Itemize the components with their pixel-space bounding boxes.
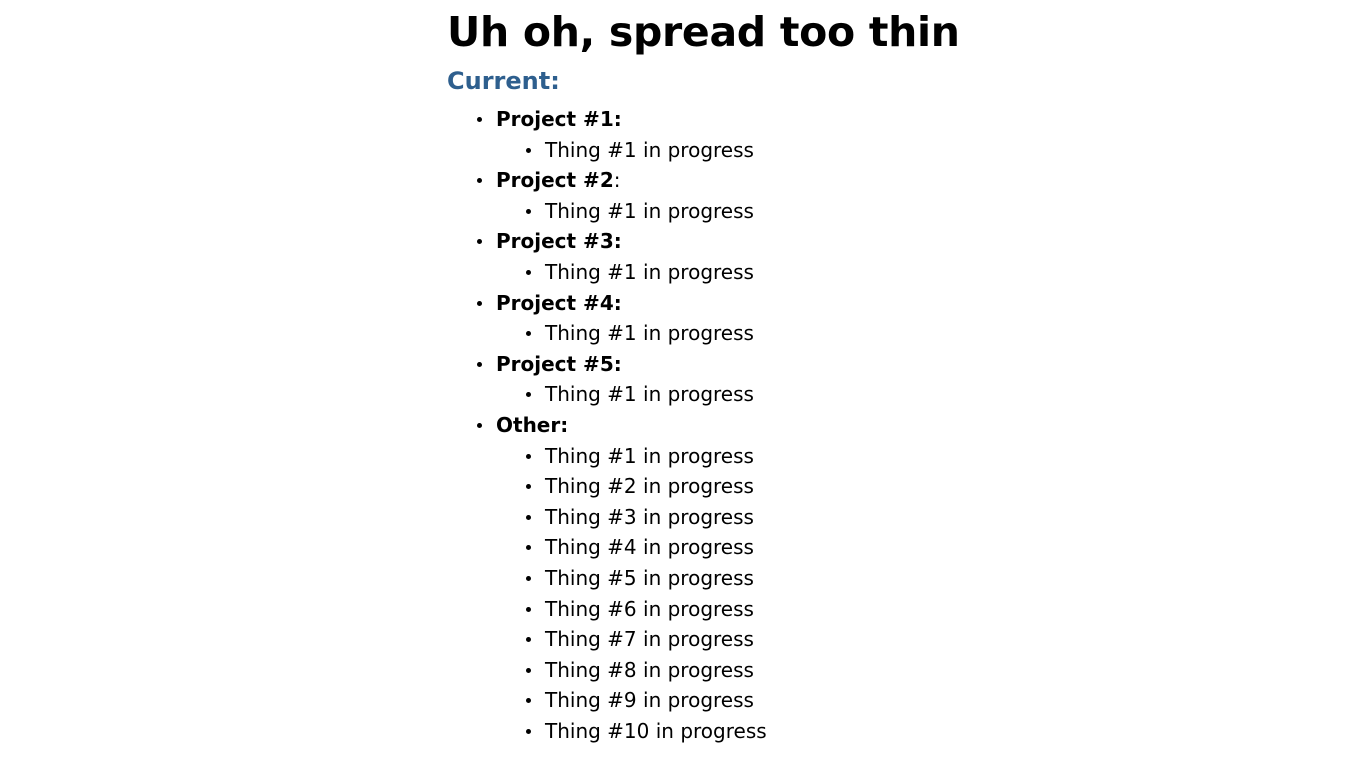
slide-subtitle: Current: [447, 67, 560, 95]
project-item: Project #3: Thing #1 in progress [477, 226, 1147, 288]
task-item: Thing #10 in progress [526, 716, 1147, 747]
project-task-list: Thing #1 in progress Thing #2 in progres… [496, 441, 1147, 747]
project-list: Project #1: Thing #1 in progress Project… [447, 104, 1147, 746]
task-item: Thing #9 in progress [526, 685, 1147, 716]
task-item: Thing #4 in progress [526, 532, 1147, 563]
task-item: Thing #3 in progress [526, 502, 1147, 533]
slide-title: Uh oh, spread too thin [447, 8, 960, 56]
project-item: Project #5: Thing #1 in progress [477, 349, 1147, 410]
task-item: Thing #1 in progress [526, 441, 1147, 472]
task-item: Thing #1 in progress [526, 257, 1147, 288]
task-item: Thing #1 in progress [526, 196, 1147, 227]
project-task-list: Thing #1 in progress [496, 196, 1147, 227]
task-item: Thing #5 in progress [526, 563, 1147, 594]
project-task-list: Thing #1 in progress [496, 257, 1147, 288]
slide: Uh oh, spread too thin Current: Project … [447, 0, 1147, 746]
project-name: Project #1: [496, 107, 622, 131]
project-item: Project #2: Thing #1 in progress [477, 165, 1147, 227]
project-item-other: Other: Thing #1 in progress Thing #2 in … [477, 410, 1147, 747]
task-item: Thing #1 in progress [526, 318, 1147, 349]
task-item: Thing #1 in progress [526, 135, 1147, 166]
project-name: Project #4: [496, 290, 622, 315]
task-item: Thing #1 in progress [526, 379, 1147, 410]
task-item: Thing #2 in progress [526, 471, 1147, 502]
project-item: Project #1: Thing #1 in progress [477, 104, 1147, 166]
project-task-list: Thing #1 in progress [496, 318, 1147, 349]
task-item: Thing #6 in progress [526, 594, 1147, 625]
task-item: Thing #8 in progress [526, 655, 1147, 686]
project-name: Project #3: [496, 229, 622, 254]
project-name: Project #5: [496, 351, 622, 376]
project-task-list: Thing #1 in progress [496, 135, 1147, 166]
project-task-list: Thing #1 in progress [496, 379, 1147, 410]
project-name: Project #2 [496, 168, 614, 193]
project-name: Other: [496, 412, 569, 437]
task-item: Thing #7 in progress [526, 624, 1147, 655]
project-name-suffix: : [613, 168, 621, 193]
project-item: Project #4: Thing #1 in progress [477, 288, 1147, 349]
